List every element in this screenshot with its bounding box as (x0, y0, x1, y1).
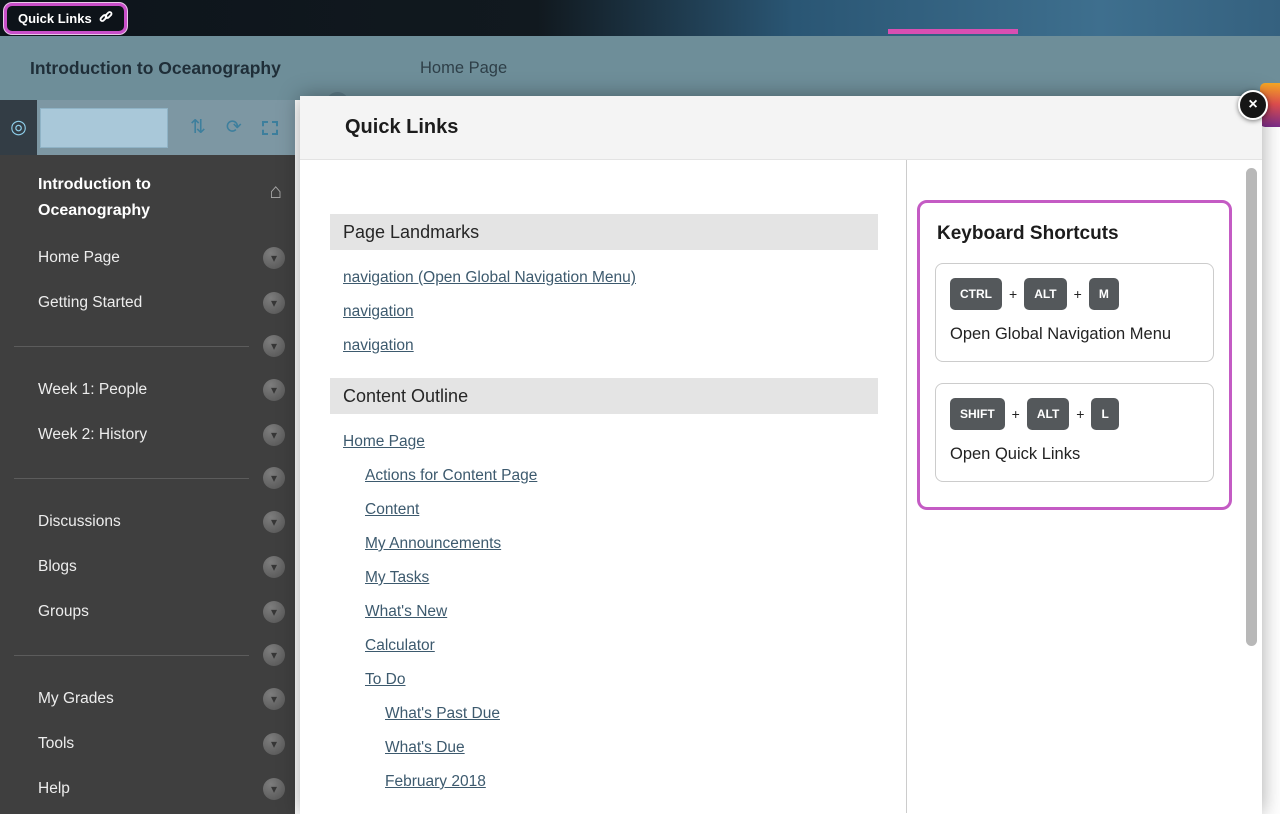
chevron-down-icon[interactable]: ▾ (263, 424, 285, 446)
sidebar-divider: ▾ (0, 634, 295, 676)
page-landmarks-list: navigation (Open Global Navigation Menu)… (330, 268, 906, 356)
chevron-down-icon[interactable]: ▾ (263, 247, 285, 269)
plus-sign: + (1012, 406, 1020, 422)
chevron-down-icon[interactable]: ▾ (263, 335, 285, 357)
chevron-down-icon[interactable]: ▾ (263, 511, 285, 533)
home-icon: ⌂ (269, 175, 282, 209)
course-menu-sidebar: ◎ ⇅ ⟳ Introduction to Oceanography ⌂ Hom… (0, 100, 295, 814)
outline-link[interactable]: Calculator (365, 637, 435, 654)
top-bar: Quick Links (0, 0, 1280, 36)
sidebar-item-groups[interactable]: Groups ▾ (0, 589, 295, 634)
reorder-icon[interactable]: ⇅ (190, 116, 206, 139)
shortcut-keys: CTRL + ALT + M (950, 278, 1199, 310)
modal-scrollbar[interactable] (1246, 168, 1257, 646)
outline-link[interactable]: To Do (365, 671, 406, 688)
landmark-link[interactable]: navigation (343, 337, 414, 354)
outline-link[interactable]: Actions for Content Page (365, 467, 537, 484)
keyboard-shortcuts-panel: Keyboard Shortcuts CTRL + ALT + M Open G… (917, 200, 1232, 510)
close-icon[interactable]: × (1238, 90, 1268, 120)
sidebar-item-home-page[interactable]: Home Page ▾ (0, 235, 295, 280)
sidebar-item-tools[interactable]: Tools ▾ (0, 721, 295, 766)
outline-link[interactable]: Content (365, 501, 419, 518)
content-outline-heading: Content Outline (330, 378, 878, 414)
outline-link[interactable]: What's New (365, 603, 447, 620)
keycap: L (1091, 398, 1118, 430)
course-header: Introduction to Oceanography ▾ Home Page (0, 36, 1280, 100)
keycap: ALT (1027, 398, 1069, 430)
sidebar-course-title[interactable]: Introduction to Oceanography ⌂ (0, 155, 295, 235)
outline-link[interactable]: What's Past Due (385, 705, 500, 722)
sidebar-item-getting-started[interactable]: Getting Started ▾ (0, 280, 295, 325)
modal-right-column: Keyboard Shortcuts CTRL + ALT + M Open G… (907, 160, 1262, 813)
course-menu-nav: Home Page ▾ Getting Started ▾ ▾ Week 1: … (0, 235, 295, 811)
keycap: SHIFT (950, 398, 1005, 430)
outline-link[interactable]: My Announcements (365, 535, 501, 552)
sidebar-item-my-grades[interactable]: My Grades ▾ (0, 676, 295, 721)
refresh-icon[interactable]: ⟳ (226, 116, 242, 139)
modal-body: Page Landmarks navigation (Open Global N… (300, 160, 1262, 813)
sidebar-item-discussions[interactable]: Discussions ▾ (0, 499, 295, 544)
sidebar-item-blogs[interactable]: Blogs ▾ (0, 544, 295, 589)
shortcut-description: Open Quick Links (950, 442, 1199, 467)
keycap: CTRL (950, 278, 1002, 310)
sidebar-item-help[interactable]: Help ▾ (0, 766, 295, 811)
outline-link[interactable]: February 2018 (385, 773, 486, 790)
shortcut-card: CTRL + ALT + M Open Global Navigation Me… (935, 263, 1214, 362)
quick-links-label: Quick Links (18, 11, 92, 26)
course-menu-toolbar: ◎ ⇅ ⟳ (0, 100, 295, 155)
sidebar-item-week-1-people[interactable]: Week 1: People ▾ (0, 367, 295, 412)
open-in-window-icon[interactable] (262, 121, 278, 135)
menu-tool-icons: ⇅ ⟳ (190, 116, 278, 139)
content-outline-list: Home Page Actions for Content Page Conte… (330, 432, 906, 792)
quick-links-button[interactable]: Quick Links (4, 3, 127, 34)
plus-sign: + (1074, 286, 1082, 302)
chevron-down-icon[interactable]: ▾ (263, 778, 285, 800)
chevron-down-icon[interactable]: ▾ (263, 601, 285, 623)
chevron-down-icon[interactable]: ▾ (263, 733, 285, 755)
tab-underline-indicator (888, 29, 1018, 34)
outline-link[interactable]: What's Due (385, 739, 465, 756)
screen: Quick Links Introduction to Oceanography… (0, 0, 1280, 814)
sidebar-divider: ▾ (0, 325, 295, 367)
course-header-title: Introduction to Oceanography (30, 36, 281, 100)
menu-display-panel[interactable] (40, 108, 168, 148)
menu-view-toggle-icon[interactable]: ◎ (0, 100, 37, 155)
keycap: M (1089, 278, 1119, 310)
shortcut-keys: SHIFT + ALT + L (950, 398, 1199, 430)
chevron-down-icon[interactable]: ▾ (263, 688, 285, 710)
plus-sign: + (1076, 406, 1084, 422)
sidebar-item-week-2-history[interactable]: Week 2: History ▾ (0, 412, 295, 457)
breadcrumb: Home Page (420, 36, 507, 100)
chain-link-icon (99, 10, 113, 27)
plus-sign: + (1009, 286, 1017, 302)
keycap: ALT (1024, 278, 1066, 310)
outline-link[interactable]: Home Page (343, 433, 425, 450)
landmark-link[interactable]: navigation (Open Global Navigation Menu) (343, 269, 636, 286)
modal-left-column: Page Landmarks navigation (Open Global N… (300, 160, 907, 813)
chevron-down-icon[interactable]: ▾ (263, 292, 285, 314)
sidebar-divider: ▾ (0, 457, 295, 499)
chevron-down-icon[interactable]: ▾ (263, 556, 285, 578)
outline-link[interactable]: My Tasks (365, 569, 429, 586)
landmark-link[interactable]: navigation (343, 303, 414, 320)
keyboard-shortcuts-heading: Keyboard Shortcuts (937, 223, 1212, 245)
chevron-down-icon[interactable]: ▾ (263, 644, 285, 666)
page-landmarks-heading: Page Landmarks (330, 214, 878, 250)
shortcut-card: SHIFT + ALT + L Open Quick Links (935, 383, 1214, 482)
modal-title: Quick Links (300, 96, 1262, 160)
shortcut-description: Open Global Navigation Menu (950, 322, 1199, 347)
chevron-down-icon[interactable]: ▾ (263, 467, 285, 489)
quick-links-modal: Quick Links Page Landmarks navigation (O… (300, 96, 1262, 814)
chevron-down-icon[interactable]: ▾ (263, 379, 285, 401)
